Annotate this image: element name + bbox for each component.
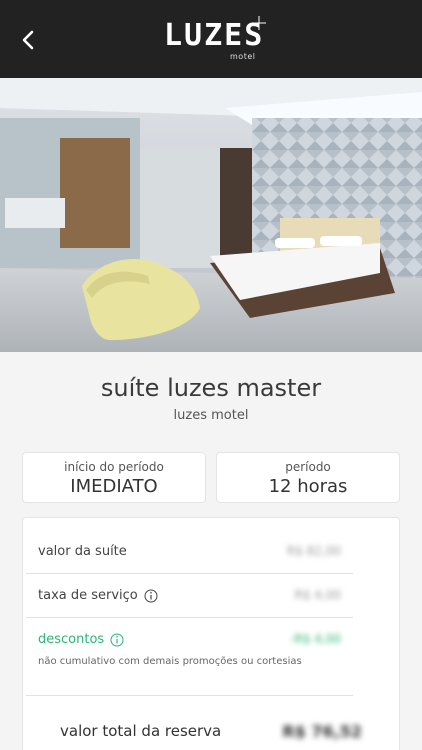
period-length-label: período [285,460,331,474]
luzes-logo: LUZES motel [160,16,270,64]
chevron-left-icon [22,30,34,50]
discount-row: descontos -R$ 4,00 [26,632,353,652]
service-fee-label-group: taxa de serviço [38,588,158,603]
period-length-card[interactable]: período 12 horas [216,452,400,503]
logo-text: LUZES [164,18,265,53]
info-icon[interactable] [144,589,158,603]
suite-photo-gallery[interactable] [0,78,422,352]
discount-label: descontos [38,632,105,647]
suite-price-row: valor da suíte R$ 82,00 [26,544,353,564]
total-label: valor total da reserva [60,722,222,740]
logo-subtext: motel [230,52,256,61]
divider [26,695,353,696]
period-length-value: 12 horas [268,476,348,497]
suite-price-value: R$ 82,00 [286,544,341,558]
service-fee-label: taxa de serviço [38,588,138,603]
info-icon[interactable] [110,633,124,647]
service-fee-value: R$ 4,00 [294,588,341,602]
suite-title: suíte luzes master [100,374,322,402]
suite-price-label: valor da suíte [38,544,127,559]
motel-name: luzes motel [173,408,249,423]
divider [26,573,353,574]
discount-label-group: descontos [38,632,124,647]
period-start-card[interactable]: início do período IMEDIATO [22,452,206,503]
divider [26,617,353,618]
discount-note: não cumulativo com demais promoções ou c… [38,656,302,667]
back-button[interactable] [14,26,42,54]
total-value: R$ 76,52 [282,722,362,741]
discount-value: -R$ 4,00 [290,632,341,646]
period-start-value: IMEDIATO [70,476,158,497]
sparkle-icon [252,16,266,30]
period-start-label: início do período [64,460,164,474]
service-fee-row: taxa de serviço R$ 4,00 [26,588,353,608]
suite-photo [0,78,422,352]
top-bar: LUZES motel [0,0,422,78]
